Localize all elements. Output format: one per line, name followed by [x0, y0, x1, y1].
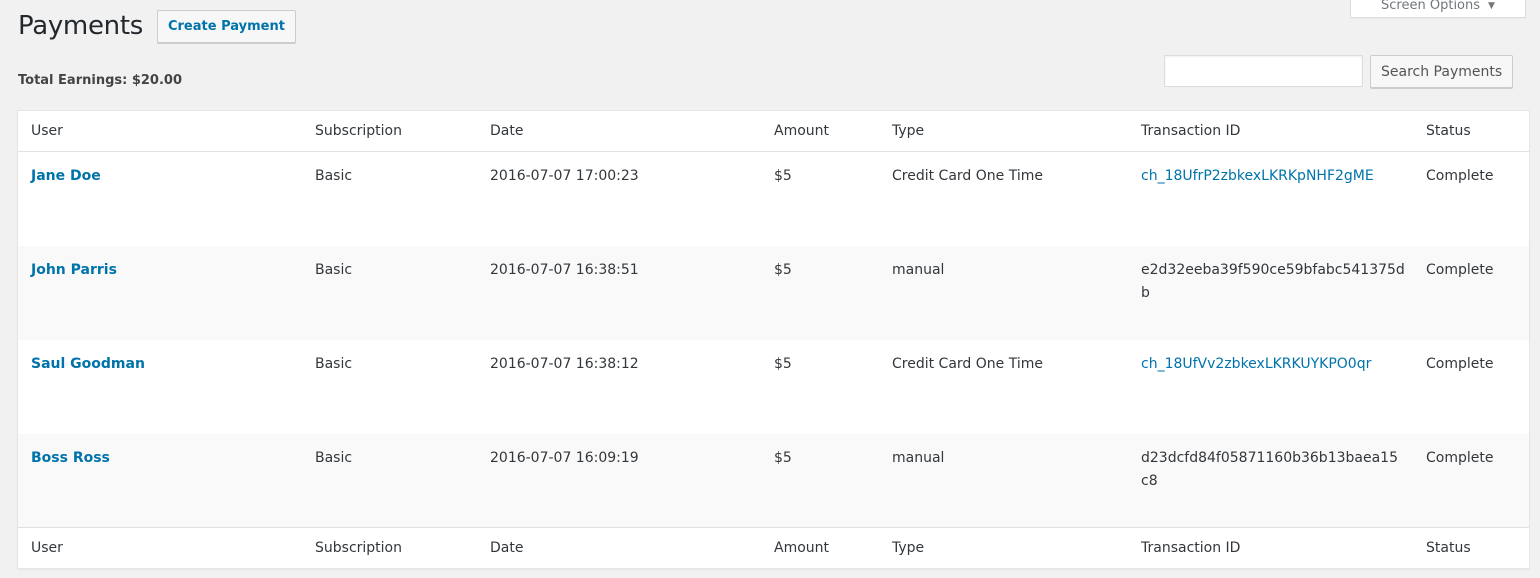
column-footer-transaction-id: Transaction ID: [1128, 527, 1413, 568]
date-cell: 2016-07-07 16:38:12: [490, 355, 639, 372]
status-cell: Complete: [1413, 433, 1529, 528]
table-footer-row: User Subscription Date Amount Type Trans…: [18, 527, 1529, 568]
date-cell: 2016-07-07 16:09:19: [477, 433, 761, 528]
subscription-cell: Basic: [302, 245, 477, 340]
type-cell: manual: [879, 245, 1128, 340]
table-row: John Parris Basic 2016-07-07 16:38:51 $5…: [18, 245, 1529, 340]
column-header-transaction-id: Transaction ID: [1128, 111, 1413, 152]
column-footer-type: Type: [879, 527, 1128, 568]
screen-options-button[interactable]: Screen Options ▼: [1350, 0, 1526, 18]
status-cell: Complete: [1426, 168, 1494, 184]
status-cell: Complete: [1413, 245, 1529, 340]
caret-down-icon: ▼: [1488, 0, 1495, 11]
subscription-cell: Basic: [315, 168, 353, 184]
column-footer-status: Status: [1413, 527, 1529, 568]
page-title: Payments: [18, 11, 143, 41]
search-box: Search Payments: [1164, 55, 1514, 88]
column-footer-amount: Amount: [761, 527, 879, 568]
user-link[interactable]: John Parris: [31, 262, 117, 278]
column-header-status: Status: [1413, 111, 1529, 152]
column-header-type: Type: [879, 111, 1128, 152]
date-cell: 2016-07-07 16:38:51: [477, 245, 761, 340]
subscription-cell: Basic: [315, 355, 353, 372]
column-footer-date: Date: [477, 527, 761, 568]
table-row: Jane Doe Basic 2016-07-07 17:00:23 $5 Cr…: [18, 152, 1529, 246]
subscription-cell: Basic: [302, 433, 477, 528]
search-input[interactable]: [1164, 55, 1363, 87]
type-cell: Credit Card One Time: [892, 355, 1043, 372]
column-header-subscription: Subscription: [302, 111, 477, 152]
type-cell: Credit Card One Time: [892, 168, 1043, 184]
amount-cell: $5: [761, 245, 879, 340]
table-header-row: User Subscription Date Amount Type Trans…: [18, 111, 1529, 152]
amount-cell: $5: [761, 433, 879, 528]
column-header-amount: Amount: [761, 111, 879, 152]
column-header-user: User: [18, 111, 302, 152]
table-row: Saul Goodman Basic 2016-07-07 16:38:12 $…: [18, 340, 1529, 434]
user-link[interactable]: Boss Ross: [31, 450, 110, 466]
table-row: Boss Ross Basic 2016-07-07 16:09:19 $5 m…: [18, 433, 1529, 528]
user-link[interactable]: Jane Doe: [31, 168, 101, 184]
screen-options-label: Screen Options: [1381, 0, 1481, 13]
search-payments-button[interactable]: Search Payments: [1370, 55, 1514, 88]
column-footer-user: User: [18, 527, 302, 568]
amount-cell: $5: [774, 355, 792, 372]
amount-cell: $5: [774, 168, 792, 184]
total-earnings: Total Earnings: $20.00: [18, 73, 183, 88]
create-payment-button[interactable]: Create Payment: [156, 9, 296, 43]
user-link[interactable]: Saul Goodman: [31, 356, 145, 372]
transaction-id-cell: d23dcfd84f05871160b36b13baea15c8: [1128, 433, 1413, 528]
type-cell: manual: [879, 433, 1128, 528]
transaction-id-link[interactable]: ch_18UfrP2zbkexLKRKpNHF2gME: [1141, 168, 1374, 184]
transaction-id-link[interactable]: ch_18UfVv2zbkexLKRKUYKPO0qr: [1141, 356, 1371, 372]
page-header: Payments Create Payment: [18, 9, 296, 43]
date-cell: 2016-07-07 17:00:23: [490, 168, 639, 184]
transaction-id-cell: e2d32eeba39f590ce59bfabc541375db: [1128, 245, 1413, 340]
column-footer-subscription: Subscription: [302, 527, 477, 568]
payments-table: User Subscription Date Amount Type Trans…: [17, 110, 1530, 569]
status-cell: Complete: [1426, 355, 1494, 372]
column-header-date: Date: [477, 111, 761, 152]
